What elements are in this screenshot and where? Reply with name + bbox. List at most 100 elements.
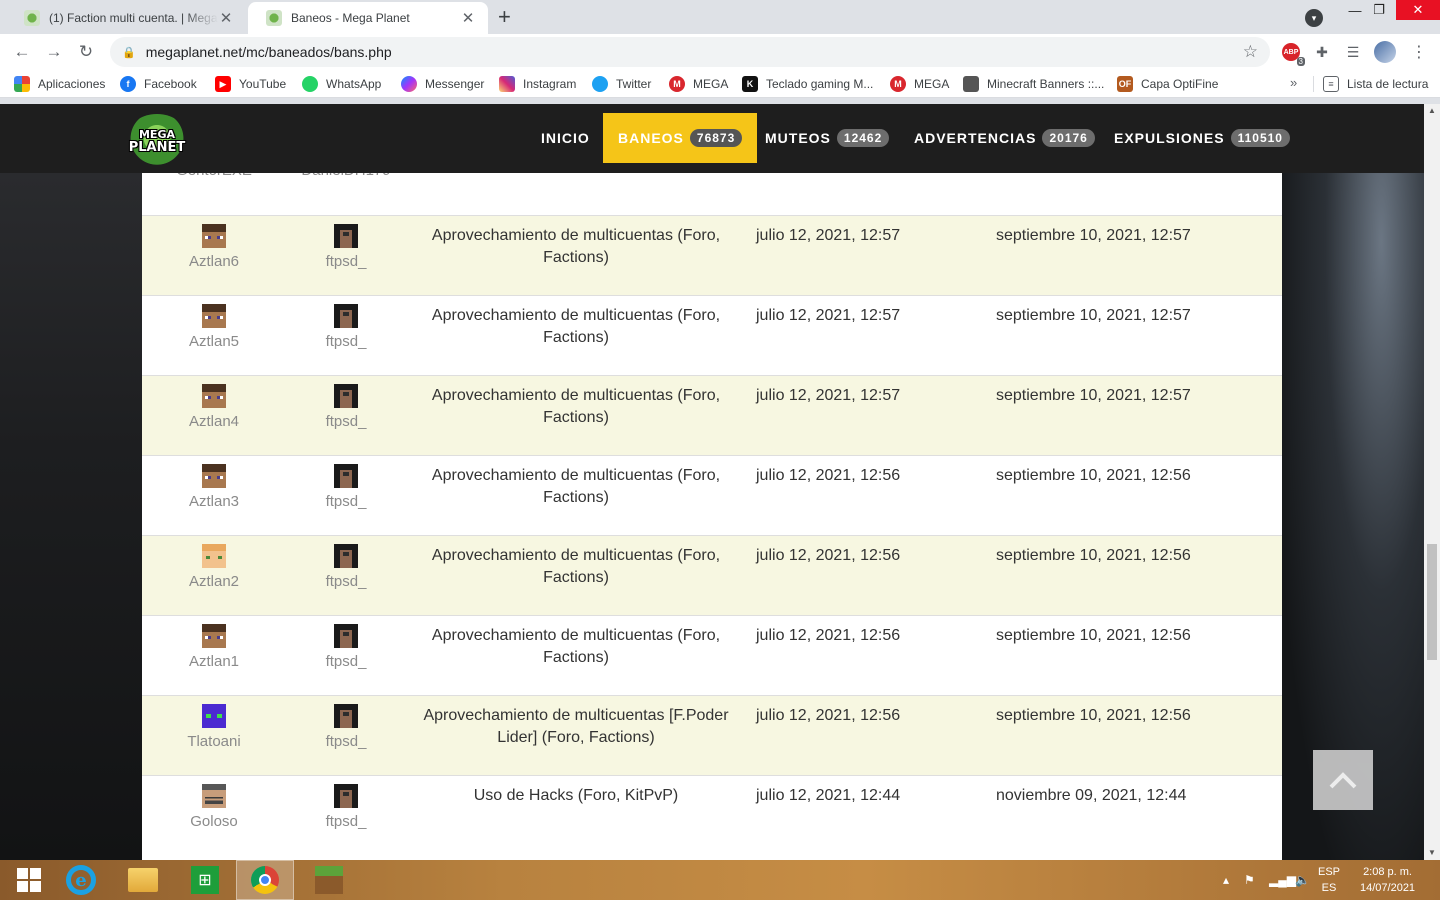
taskbar-minecraft[interactable] xyxy=(300,860,358,900)
taskbar-internet-explorer[interactable]: e xyxy=(52,860,110,900)
tab-search-icon[interactable]: ▾ xyxy=(1305,9,1323,27)
staff-name[interactable]: ftpsd_ xyxy=(286,253,406,270)
bookmark-messenger[interactable]: Messenger xyxy=(401,75,484,93)
scroll-to-top-button[interactable] xyxy=(1313,750,1373,810)
staff-cell[interactable]: DanielDH179 xyxy=(286,173,406,179)
bookmark-aplicaciones[interactable]: Aplicaciones xyxy=(14,75,105,93)
staff-name[interactable]: ftpsd_ xyxy=(286,573,406,590)
staff-cell[interactable]: ftpsd_ xyxy=(286,544,406,590)
bookmark-minecraft-banners[interactable]: Minecraft Banners ::... xyxy=(963,75,1104,93)
network-signal-icon[interactable]: ▂▄▆ xyxy=(1269,860,1296,900)
player-cell[interactable]: Goloso xyxy=(154,784,274,830)
staff-head-avatar[interactable] xyxy=(334,544,358,568)
bookmark-facebook[interactable]: f Facebook xyxy=(120,75,197,93)
reload-icon[interactable]: ↻ xyxy=(74,40,98,64)
nav-advertencias[interactable]: ADVERTENCIAS 20176 xyxy=(899,113,1110,163)
forward-arrow-icon[interactable]: → xyxy=(42,40,66,64)
minimize-icon[interactable]: — xyxy=(1342,0,1368,20)
staff-name[interactable]: ftpsd_ xyxy=(286,413,406,430)
address-bar[interactable]: 🔒 megaplanet.net/mc/baneados/bans.php ☆ xyxy=(110,37,1270,67)
tab-baneos[interactable]: Baneos - Mega Planet ✕ xyxy=(248,2,488,34)
scroll-up-arrow-icon[interactable]: ▲ xyxy=(1424,104,1440,118)
player-name[interactable]: Aztlan4 xyxy=(154,413,274,430)
profile-avatar[interactable] xyxy=(1374,41,1396,63)
staff-head-avatar[interactable] xyxy=(334,224,358,248)
player-head-avatar[interactable] xyxy=(202,224,226,248)
chevron-double-right-icon[interactable]: » xyxy=(1290,75,1297,90)
bookmark-youtube[interactable]: ▶ YouTube xyxy=(215,75,286,93)
player-cell[interactable]: Aztlan5 xyxy=(154,304,274,350)
reading-list-button[interactable]: ≡ Lista de lectura xyxy=(1323,75,1428,93)
bookmark-star-icon[interactable]: ☆ xyxy=(1243,42,1258,62)
bookmark-twitter[interactable]: Twitter xyxy=(592,75,651,93)
bookmark-teclado-gaming[interactable]: K Teclado gaming M... xyxy=(742,75,873,93)
kebab-menu-icon[interactable]: ⋮ xyxy=(1408,41,1430,63)
nav-muteos[interactable]: MUTEOS 12462 xyxy=(750,113,904,163)
window-close-icon[interactable]: ✕ xyxy=(1396,0,1440,20)
close-icon[interactable]: ✕ xyxy=(460,9,476,27)
player-cell[interactable]: GentorEXE xyxy=(154,173,274,179)
player-cell[interactable]: Aztlan4 xyxy=(154,384,274,430)
close-icon[interactable]: ✕ xyxy=(218,9,234,27)
player-name[interactable]: Aztlan2 xyxy=(154,573,274,590)
restore-icon[interactable]: ❐ xyxy=(1366,0,1392,20)
bookmark-mega-2[interactable]: M MEGA xyxy=(890,75,949,93)
staff-head-avatar[interactable] xyxy=(334,624,358,648)
player-head-avatar[interactable] xyxy=(202,704,226,728)
player-cell[interactable]: Aztlan3 xyxy=(154,464,274,510)
staff-head-avatar[interactable] xyxy=(334,784,358,808)
staff-cell[interactable]: ftpsd_ xyxy=(286,224,406,270)
nav-baneos[interactable]: BANEOS 76873 xyxy=(603,113,758,163)
staff-name[interactable]: DanielDH179 xyxy=(286,173,406,179)
player-cell[interactable]: Aztlan2 xyxy=(154,544,274,590)
player-name[interactable]: Aztlan5 xyxy=(154,333,274,350)
staff-cell[interactable]: ftpsd_ xyxy=(286,384,406,430)
staff-cell[interactable]: ftpsd_ xyxy=(286,784,406,830)
staff-name[interactable]: ftpsd_ xyxy=(286,733,406,750)
player-name[interactable]: Aztlan3 xyxy=(154,493,274,510)
staff-name[interactable]: ftpsd_ xyxy=(286,653,406,670)
megaplanet-logo[interactable]: MEGA PLANET xyxy=(125,114,189,168)
staff-cell[interactable]: ftpsd_ xyxy=(286,624,406,670)
taskbar-chrome[interactable] xyxy=(236,860,294,900)
bookmark-instagram[interactable]: Instagram xyxy=(499,75,576,93)
scroll-down-arrow-icon[interactable]: ▼ xyxy=(1424,846,1440,860)
start-button[interactable] xyxy=(0,860,58,900)
scrollbar-thumb[interactable] xyxy=(1427,544,1437,660)
volume-icon[interactable]: 🔈 xyxy=(1295,860,1310,900)
adblock-extension-icon[interactable]: ABP 3 xyxy=(1280,41,1305,66)
player-head-avatar[interactable] xyxy=(202,624,226,648)
player-name[interactable]: Goloso xyxy=(154,813,274,830)
staff-cell[interactable]: ftpsd_ xyxy=(286,304,406,350)
bookmark-mega[interactable]: M MEGA xyxy=(669,75,728,93)
bookmark-whatsapp[interactable]: WhatsApp xyxy=(302,75,381,93)
player-head-avatar[interactable] xyxy=(202,464,226,488)
vertical-scrollbar[interactable]: ▲ ▼ xyxy=(1424,104,1440,860)
tab-faction-multi-cuenta[interactable]: (1) Faction multi cuenta. | Mega P ✕ xyxy=(6,2,246,34)
lock-icon[interactable]: 🔒 xyxy=(122,46,136,59)
staff-head-avatar[interactable] xyxy=(334,464,358,488)
taskbar-file-explorer[interactable] xyxy=(114,860,172,900)
staff-head-avatar[interactable] xyxy=(334,384,358,408)
staff-name[interactable]: ftpsd_ xyxy=(286,493,406,510)
player-name[interactable]: Tlatoani xyxy=(154,733,274,750)
player-name[interactable]: GentorEXE xyxy=(154,173,274,179)
player-head-avatar[interactable] xyxy=(202,784,226,808)
player-head-avatar[interactable] xyxy=(202,544,226,568)
input-language[interactable]: ESP ES xyxy=(1318,860,1340,900)
media-control-icon[interactable]: ☰ xyxy=(1342,41,1364,63)
nav-expulsiones[interactable]: EXPULSIONES 110510 xyxy=(1099,113,1305,163)
staff-head-avatar[interactable] xyxy=(334,704,358,728)
nav-inicio[interactable]: INICIO xyxy=(526,113,605,163)
staff-head-avatar[interactable] xyxy=(334,304,358,328)
taskbar-store[interactable]: ⊞ xyxy=(176,860,234,900)
url-text[interactable]: megaplanet.net/mc/baneados/bans.php xyxy=(146,44,392,60)
player-name[interactable]: Aztlan6 xyxy=(154,253,274,270)
back-arrow-icon[interactable]: ← xyxy=(10,40,34,64)
new-tab-icon[interactable]: + xyxy=(498,4,511,30)
player-cell[interactable]: Aztlan6 xyxy=(154,224,274,270)
staff-cell[interactable]: ftpsd_ xyxy=(286,704,406,750)
player-cell[interactable]: Tlatoani xyxy=(154,704,274,750)
staff-name[interactable]: ftpsd_ xyxy=(286,813,406,830)
extensions-puzzle-icon[interactable]: ✚ xyxy=(1311,41,1333,63)
